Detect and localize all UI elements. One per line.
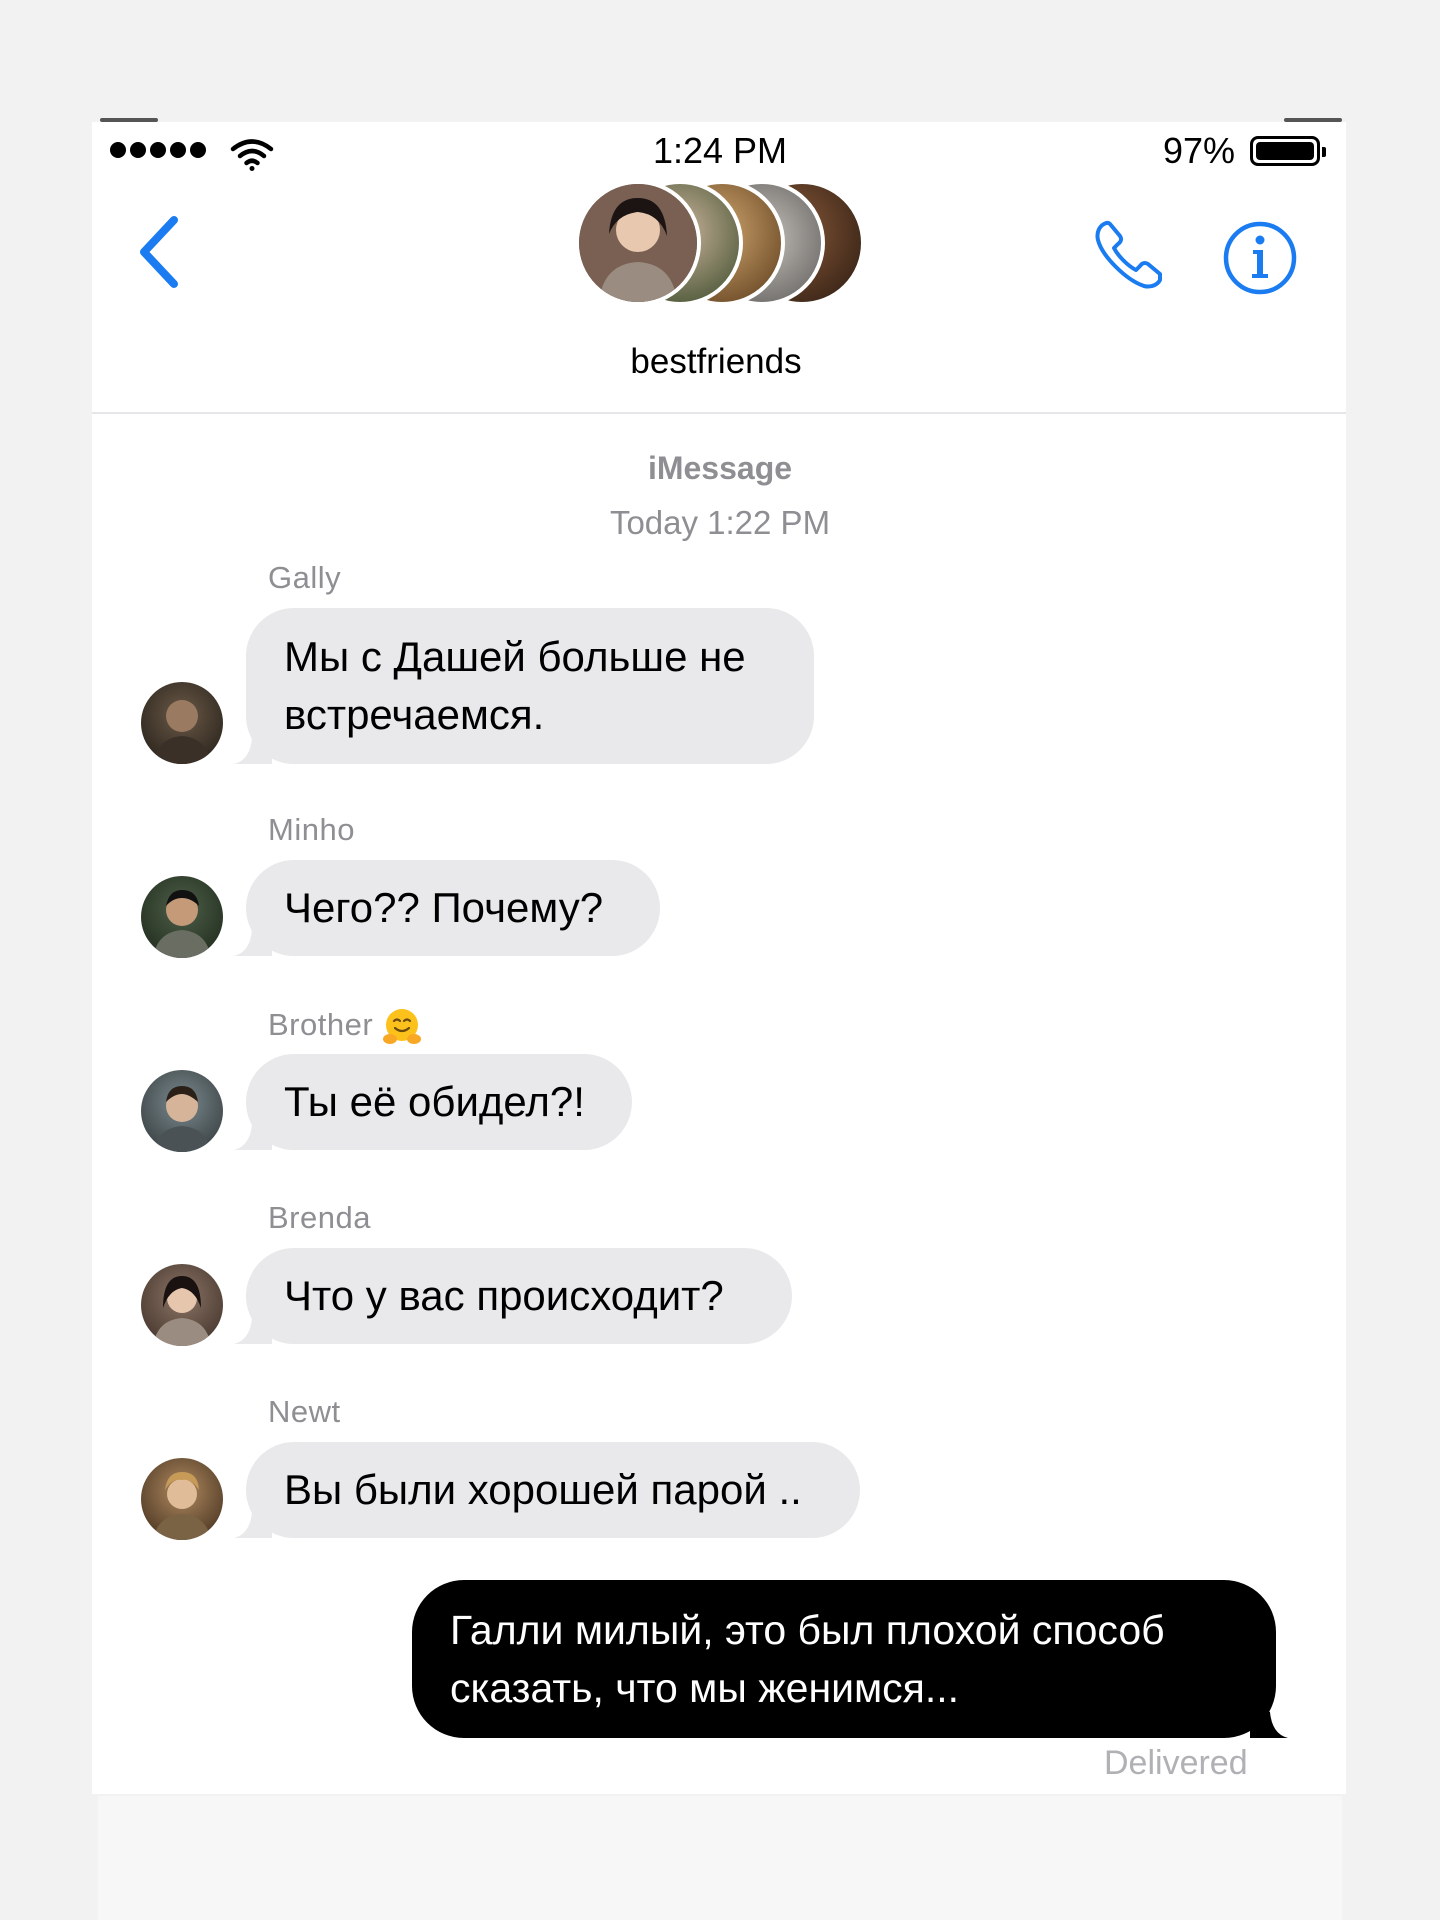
phone-icon[interactable] [1090, 214, 1170, 294]
bubble-tail [234, 730, 272, 764]
avatar[interactable] [141, 1264, 223, 1346]
group-avatar-stack[interactable] [575, 180, 865, 316]
bezel-edge [1284, 118, 1342, 122]
bubble-tail [234, 1310, 272, 1344]
avatar[interactable] [141, 1070, 223, 1152]
bubble-tail [234, 1116, 272, 1150]
outgoing-message-bubble[interactable]: Галли милый, это был плохой способ сказа… [412, 1580, 1288, 1738]
avatar[interactable] [141, 682, 223, 764]
message-text: Мы с Дашей больше не встречаемся. [284, 633, 746, 738]
message-bubble[interactable]: Ты её обидел?! [234, 1054, 632, 1150]
info-icon[interactable] [1222, 220, 1298, 296]
message-text: Вы были хорошей парой .. [284, 1466, 802, 1513]
sender-name: Brother [268, 1006, 423, 1048]
bubble-tail [234, 922, 272, 956]
back-chevron-icon[interactable] [130, 212, 190, 292]
message-text: Что у вас происходит? [284, 1272, 724, 1319]
battery-icon [1250, 136, 1326, 166]
message-text: Галли милый, это был плохой способ сказа… [450, 1607, 1165, 1711]
message-text: Чего?? Почему? [284, 884, 604, 931]
message-bubble[interactable]: Вы были хорошей парой .. [234, 1442, 860, 1538]
bubble-tail [1250, 1704, 1288, 1738]
service-label: iMessage [647, 450, 793, 486]
avatar[interactable] [141, 876, 223, 958]
sender-name: Newt [268, 1394, 341, 1429]
bezel-edge [100, 118, 158, 122]
bottom-panel [98, 1796, 1342, 1920]
header-divider [92, 412, 1346, 414]
sender-name: Brenda [268, 1200, 371, 1235]
message-bubble[interactable]: Что у вас происходит? [234, 1248, 792, 1344]
bubble-tail [234, 1504, 272, 1538]
thread-timestamp: Today 1:22 PM [609, 504, 831, 541]
sender-name: Gally [268, 560, 342, 595]
message-bubble[interactable]: Чего?? Почему? [234, 860, 660, 956]
hugging-face-icon [383, 1009, 422, 1044]
group-member-avatar [575, 180, 701, 306]
sender-name: Minho [268, 812, 355, 847]
message-text: Ты её обидел?! [284, 1078, 585, 1125]
group-name[interactable]: bestfriends [0, 342, 1432, 382]
sender-name-text: Brother [268, 1007, 374, 1043]
delivery-status: Delivered [1104, 1744, 1248, 1782]
avatar[interactable] [141, 1458, 223, 1540]
battery-percent: 97% [1163, 130, 1236, 171]
message-bubble[interactable]: Мы с Дашей больше не встречаемся. [234, 608, 814, 764]
